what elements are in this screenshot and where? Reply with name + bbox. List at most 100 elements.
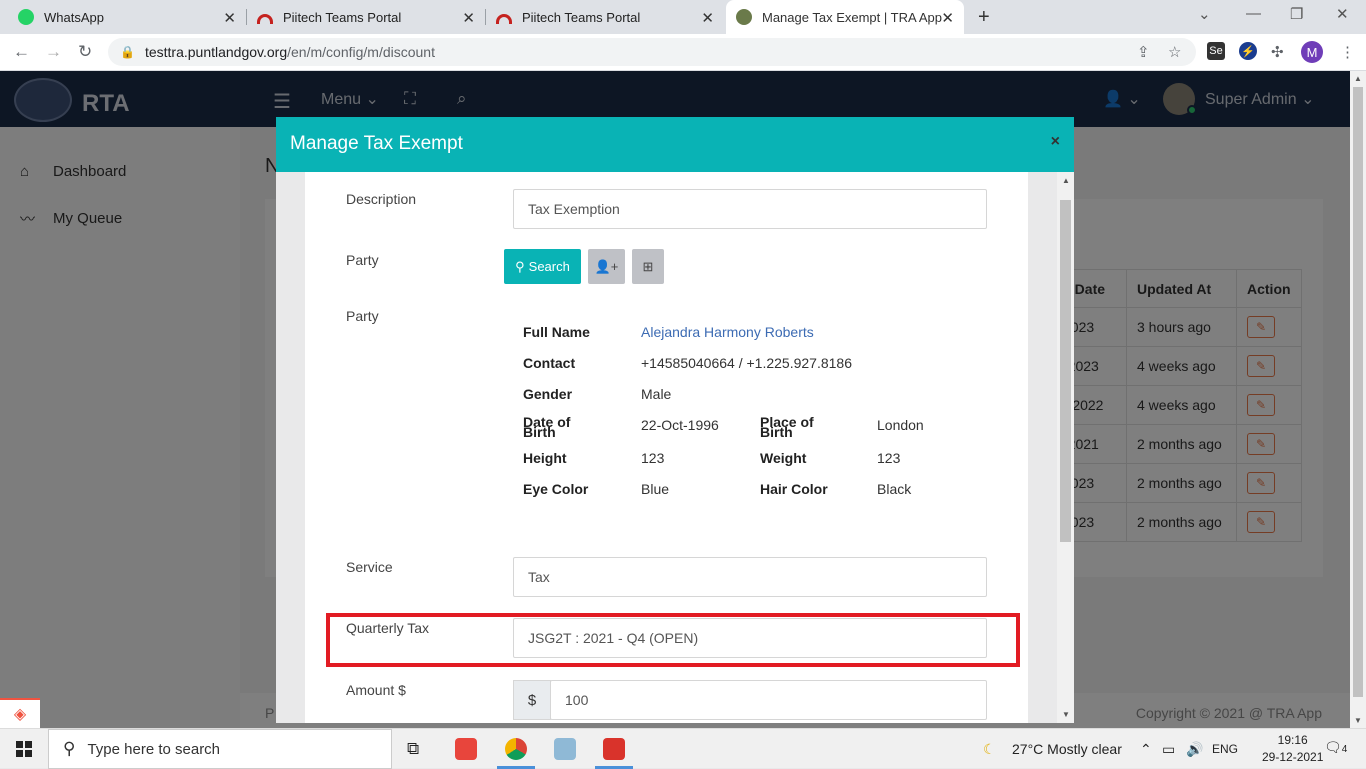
search-button-label: Search [528, 259, 570, 274]
weather-moon-icon: ☾ [983, 741, 996, 757]
modal-close-button[interactable]: × [1051, 133, 1060, 151]
extension-icon[interactable]: ⚡ [1239, 42, 1257, 60]
notification-count: 4 [1341, 744, 1348, 755]
laravel-debug-icon[interactable]: ◈ [0, 698, 40, 728]
clock-date: 29-12-2021 [1262, 750, 1324, 764]
windows-start-icon[interactable] [16, 741, 32, 757]
scroll-down-icon[interactable]: ▼ [1354, 716, 1362, 725]
task-view-icon[interactable]: ⧉ [407, 739, 419, 759]
tab-piitech-1[interactable]: Piitech Teams Portal ✕ [247, 0, 485, 34]
windows-taskbar: ⚲ Type here to search ⧉ ☾ 27°C Mostly cl… [0, 728, 1366, 769]
page-scrollbar[interactable]: ▲ ▼ [1350, 71, 1366, 728]
party-search-button[interactable]: ⚲ Search [504, 249, 581, 284]
notifications-icon[interactable]: 🗨4 [1324, 739, 1347, 756]
plus-square-icon: ⊞ [642, 258, 654, 274]
piitech-icon [496, 14, 512, 24]
close-icon[interactable]: ✕ [462, 9, 475, 27]
volume-icon[interactable]: 🔊 [1186, 741, 1203, 758]
service-label: Service [346, 559, 393, 575]
eye-color-label: Eye Color [523, 481, 589, 497]
wps-office-icon[interactable] [603, 738, 625, 760]
modal-header: Manage Tax Exempt × [276, 117, 1074, 172]
modal-scrollbar[interactable]: ▲ ▼ [1057, 172, 1074, 723]
amount-input[interactable]: 100 [550, 680, 987, 720]
scroll-up-icon[interactable]: ▲ [1354, 74, 1362, 83]
description-input[interactable]: Tax Exemption [513, 189, 987, 229]
height-label: Height [523, 450, 567, 466]
battery-icon[interactable]: ▭ [1162, 741, 1175, 758]
chrome-icon[interactable] [505, 738, 527, 760]
scroll-down-icon[interactable]: ▼ [1062, 710, 1070, 719]
tray-chevron-up-icon[interactable]: ⌃ [1140, 741, 1152, 758]
url-bar[interactable]: 🔒 testtra.puntlandgov.org/en/m/config/m/… [108, 38, 1196, 66]
search-icon: ⚲ [515, 258, 525, 274]
lock-icon: 🔒 [120, 45, 135, 59]
tra-favicon-icon [736, 9, 752, 25]
weight-label: Weight [760, 450, 807, 466]
contact-label: Contact [523, 355, 576, 371]
height-value: 123 [641, 450, 665, 466]
address-toolbar: ← → ↻ 🔒 testtra.puntlandgov.org/en/m/con… [0, 34, 1366, 71]
taskbar-search-box[interactable]: ⚲ Type here to search [48, 729, 392, 769]
tab-title: Piitech Teams Portal [283, 9, 402, 25]
contact-value: +14585040664 / +1.225.927.8186 [641, 355, 852, 371]
clock-time: 19:16 [1277, 733, 1308, 747]
scrollbar-thumb[interactable] [1060, 200, 1071, 542]
file-explorer-icon[interactable] [554, 738, 576, 760]
service-select[interactable]: Tax [513, 557, 987, 597]
tab-title: Piitech Teams Portal [522, 9, 641, 25]
scroll-up-icon[interactable]: ▲ [1062, 176, 1070, 185]
user-plus-icon: 👤+ [594, 258, 619, 274]
language-indicator[interactable]: ENG [1212, 742, 1238, 756]
whatsapp-icon [18, 9, 34, 25]
party-info-label: Party [346, 308, 379, 324]
system-clock[interactable]: 19:16 29-12-2021 [1262, 732, 1323, 766]
amount-label: Amount $ [346, 682, 406, 698]
piitech-icon [257, 14, 273, 24]
tab-piitech-2[interactable]: Piitech Teams Portal ✕ [486, 0, 724, 34]
browser-menu-icon[interactable]: ⋮ [1340, 43, 1355, 61]
reload-icon[interactable]: ↻ [78, 42, 92, 62]
close-icon[interactable]: ✕ [941, 9, 954, 27]
restore-icon[interactable]: ❐ [1290, 5, 1303, 23]
tab-whatsapp[interactable]: WhatsApp ✕ [8, 0, 246, 34]
new-party-button[interactable]: ⊞ [632, 249, 664, 284]
selenium-ext-icon[interactable]: Se [1207, 42, 1225, 60]
full-name-label: Full Name [523, 324, 590, 340]
full-name-link[interactable]: Alejandra Harmony Roberts [641, 324, 814, 340]
extensions-puzzle-icon[interactable]: ✣ [1271, 43, 1284, 61]
share-icon[interactable]: ⇪ [1137, 43, 1150, 61]
bookmark-star-icon[interactable]: ☆ [1168, 43, 1181, 61]
tab-title: Manage Tax Exempt | TRA App [762, 9, 942, 25]
taskbar-search-placeholder: Type here to search [87, 740, 221, 758]
tab-manage-tax-exempt[interactable]: Manage Tax Exempt | TRA App ✕ [726, 0, 964, 34]
party-label: Party [346, 252, 379, 268]
browser-tab-bar: WhatsApp ✕ Piitech Teams Portal ✕ Piitec… [0, 0, 1366, 34]
search-icon: ⚲ [63, 739, 76, 758]
ext-badge: Se [1209, 45, 1223, 57]
tab-search-icon[interactable]: ⌄ [1198, 5, 1211, 23]
url-path: /en/m/config/m/discount [287, 44, 435, 60]
dob-label: Date of Birth [523, 414, 571, 440]
forward-icon[interactable]: → [45, 42, 62, 62]
highlight-annotation-box [326, 613, 1020, 667]
modal-title: Manage Tax Exempt [290, 133, 463, 154]
close-icon[interactable]: ✕ [223, 9, 236, 27]
currency-addon: $ [513, 680, 551, 720]
window-close-icon[interactable]: ✕ [1336, 5, 1349, 23]
anydesk-icon[interactable] [455, 738, 477, 760]
weight-value: 123 [877, 450, 901, 466]
pob-value: London [877, 417, 924, 433]
close-icon[interactable]: ✕ [701, 9, 714, 27]
add-party-button[interactable]: 👤+ [588, 249, 625, 284]
new-tab-icon[interactable]: + [978, 6, 990, 29]
weather-text[interactable]: 27°C Mostly clear [1012, 741, 1122, 757]
back-icon[interactable]: ← [13, 42, 30, 62]
minimize-icon[interactable]: — [1246, 5, 1261, 22]
gender-label: Gender [523, 386, 573, 402]
eye-color-value: Blue [641, 481, 670, 497]
scrollbar-thumb[interactable] [1353, 87, 1363, 697]
pob-label: Place of Birth [760, 414, 814, 440]
profile-avatar[interactable]: M [1301, 41, 1323, 63]
hair-color-value: Black [877, 481, 912, 497]
